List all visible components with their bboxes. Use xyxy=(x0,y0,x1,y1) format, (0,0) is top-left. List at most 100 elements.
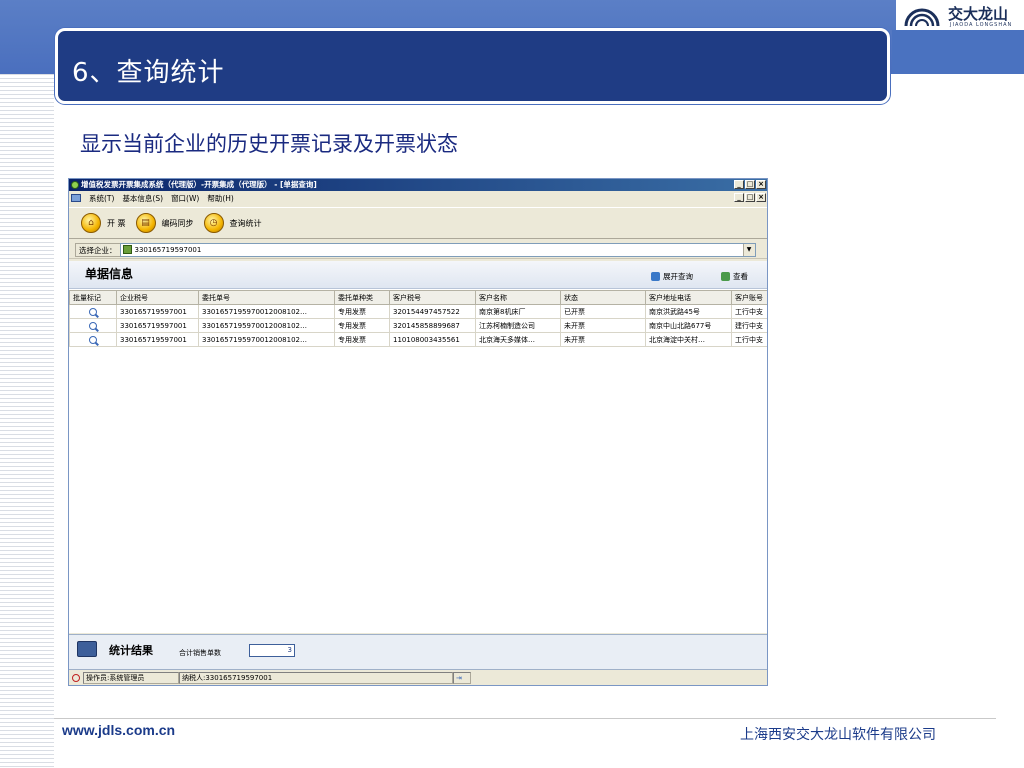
invoice-button-label: 开 票 xyxy=(107,218,126,228)
invoice-icon: ⌂ xyxy=(81,213,101,233)
table-header-row: 批量标记 企业税号 委托单号 委托单种类 客户税号 客户名称 状态 客户地址电话… xyxy=(69,290,767,305)
table-cell: 专用发票 xyxy=(334,332,390,347)
menu-system[interactable]: 系统(T) xyxy=(89,193,114,204)
expand-query-label: 展开查询 xyxy=(663,272,693,281)
app-icon xyxy=(71,181,79,189)
table-cell: 专用发票 xyxy=(334,304,390,319)
logo-text: 交大龙山 xyxy=(948,5,1009,23)
table-cell: 未开票 xyxy=(560,332,646,347)
query-icon: ◷ xyxy=(203,213,224,233)
table-cell: 未开票 xyxy=(560,318,646,333)
view-icon xyxy=(721,272,730,281)
column-header[interactable]: 客户税号 xyxy=(389,290,476,305)
left-stripe-decoration xyxy=(0,74,54,768)
code-sync-button-label: 编码同步 xyxy=(161,218,194,228)
chevron-down-icon[interactable]: ▼ xyxy=(742,243,755,256)
table-cell: 南京第8机床厂 xyxy=(475,304,561,319)
slide-title: 6、查询统计 xyxy=(72,58,225,88)
company-selector-bar: 选择企业： 330165719597001 ▼ xyxy=(69,241,767,259)
header-band-right xyxy=(892,30,1024,74)
company-selector-label: 选择企业： xyxy=(75,242,120,257)
stats-panel: 统计结果 合计销售单数 3 xyxy=(69,634,767,670)
status-taxpayer: 纳税人:330165719597001 xyxy=(179,672,453,684)
menu-help[interactable]: 帮助(H) xyxy=(207,193,234,204)
table-cell: 330165719597001 xyxy=(116,304,199,319)
maximize-button[interactable]: □ xyxy=(745,180,755,189)
app-title-bar: 增值税发票开票集成系统（代理版）-开票集成（代理版） - [单据查询] xyxy=(69,179,767,191)
table-cell: 专用发票 xyxy=(334,318,390,333)
column-header[interactable]: 委托单号 xyxy=(198,290,335,305)
panel-header: 单据信息 展开查询 查看 xyxy=(69,261,767,289)
table-cell: 3301657195970012008102… xyxy=(198,318,335,333)
table-cell: 工行中支 xyxy=(731,304,767,319)
expand-icon xyxy=(651,272,660,281)
company-icon xyxy=(122,245,132,254)
menu-basic-info[interactable]: 基本信息(S) xyxy=(122,193,163,204)
menu-window-icon xyxy=(71,194,81,202)
panel-title: 单据信息 xyxy=(85,267,134,281)
column-header[interactable]: 客户账号 xyxy=(731,290,767,305)
stats-icon xyxy=(77,641,97,657)
table-cell: 330165719597001 xyxy=(116,332,199,347)
table-cell: 320154497457522 xyxy=(389,304,476,319)
menu-window[interactable]: 窗口(W) xyxy=(171,193,199,204)
app-title: 增值税发票开票集成系统（代理版）-开票集成（代理版） - [单据查询] xyxy=(81,180,317,189)
table-cell: 3301657195970012008102… xyxy=(198,332,335,347)
stats-title: 统计结果 xyxy=(109,644,153,657)
table-cell: 110108003435561 xyxy=(389,332,476,347)
magnifier-icon[interactable] xyxy=(89,321,97,330)
logo-subtext: JIAODA LONGSHAN xyxy=(950,22,1013,28)
column-header[interactable]: 客户名称 xyxy=(475,290,561,305)
table-row[interactable]: 330165719597001 3301657195970012008102… … xyxy=(69,318,767,333)
query-stats-button[interactable]: ◷ 查询统计 xyxy=(203,213,262,233)
company-select[interactable]: 330165719597001 ▼ xyxy=(119,242,756,257)
table-cell: 江苏柯楠制造公司 xyxy=(475,318,561,333)
footer-url[interactable]: www.jdls.com.cn xyxy=(62,722,175,738)
footer-divider xyxy=(54,718,996,719)
stats-label: 合计销售单数 xyxy=(179,649,221,657)
table-cell: 建行中支 xyxy=(731,318,767,333)
status-bar: 操作员:系统管理员 纳税人:330165719597001 ⇥ xyxy=(69,671,767,685)
status-pin-icon: ⇥ xyxy=(453,672,471,684)
child-maximize-button[interactable]: □ xyxy=(745,193,755,202)
table-cell: 工行中支 xyxy=(731,332,767,347)
toolbar: ⌂ 开 票 ▤ 编码同步 ◷ 查询统计 xyxy=(69,207,767,239)
table-cell: 北京海淀中关村… xyxy=(645,332,732,347)
child-window-controls: _ □ × xyxy=(734,193,766,202)
menu-bar: 系统(T) 基本信息(S) 窗口(W) 帮助(H) xyxy=(69,192,767,204)
view-label: 查看 xyxy=(733,272,748,281)
app-window: 增值税发票开票集成系统（代理版）-开票集成（代理版） - [单据查询] _ □ … xyxy=(68,178,768,686)
table-cell: 330165719597001 xyxy=(116,318,199,333)
view-button[interactable]: 查看 xyxy=(721,271,748,282)
child-close-button[interactable]: × xyxy=(756,193,766,202)
table-cell: 南京中山北路677号 xyxy=(645,318,732,333)
column-header[interactable]: 批量标记 xyxy=(69,290,117,305)
magnifier-cell[interactable] xyxy=(69,332,117,347)
column-header[interactable]: 客户地址电话 xyxy=(645,290,732,305)
status-operator: 操作员:系统管理员 xyxy=(83,672,179,684)
magnifier-icon[interactable] xyxy=(89,335,97,344)
table-row[interactable]: 330165719597001 3301657195970012008102… … xyxy=(69,304,767,319)
stats-value: 3 xyxy=(249,644,295,657)
column-header[interactable]: 委托单种类 xyxy=(334,290,390,305)
column-header[interactable]: 状态 xyxy=(560,290,646,305)
magnifier-cell[interactable] xyxy=(69,318,117,333)
company-select-value: 330165719597001 xyxy=(134,245,202,254)
table-cell: 已开票 xyxy=(560,304,646,319)
magnifier-icon[interactable] xyxy=(89,307,97,316)
code-sync-button[interactable]: ▤ 编码同步 xyxy=(135,213,194,233)
expand-query-button[interactable]: 展开查询 xyxy=(651,271,693,282)
table-cell: 南京洪武路45号 xyxy=(645,304,732,319)
child-minimize-button[interactable]: _ xyxy=(734,193,744,202)
table-row[interactable]: 330165719597001 3301657195970012008102… … xyxy=(69,332,767,347)
minimize-button[interactable]: _ xyxy=(734,180,744,189)
invoice-button[interactable]: ⌂ 开 票 xyxy=(81,213,126,233)
close-button[interactable]: × xyxy=(756,180,766,189)
table-cell: 北京海天多媒体… xyxy=(475,332,561,347)
magnifier-cell[interactable] xyxy=(69,304,117,319)
column-header[interactable]: 企业税号 xyxy=(116,290,199,305)
footer-company: 上海西安交大龙山软件有限公司 xyxy=(740,727,936,743)
sync-icon: ▤ xyxy=(135,213,156,233)
table-cell: 320145858899687 xyxy=(389,318,476,333)
slide-subtitle: 显示当前企业的历史开票记录及开票状态 xyxy=(80,132,458,156)
